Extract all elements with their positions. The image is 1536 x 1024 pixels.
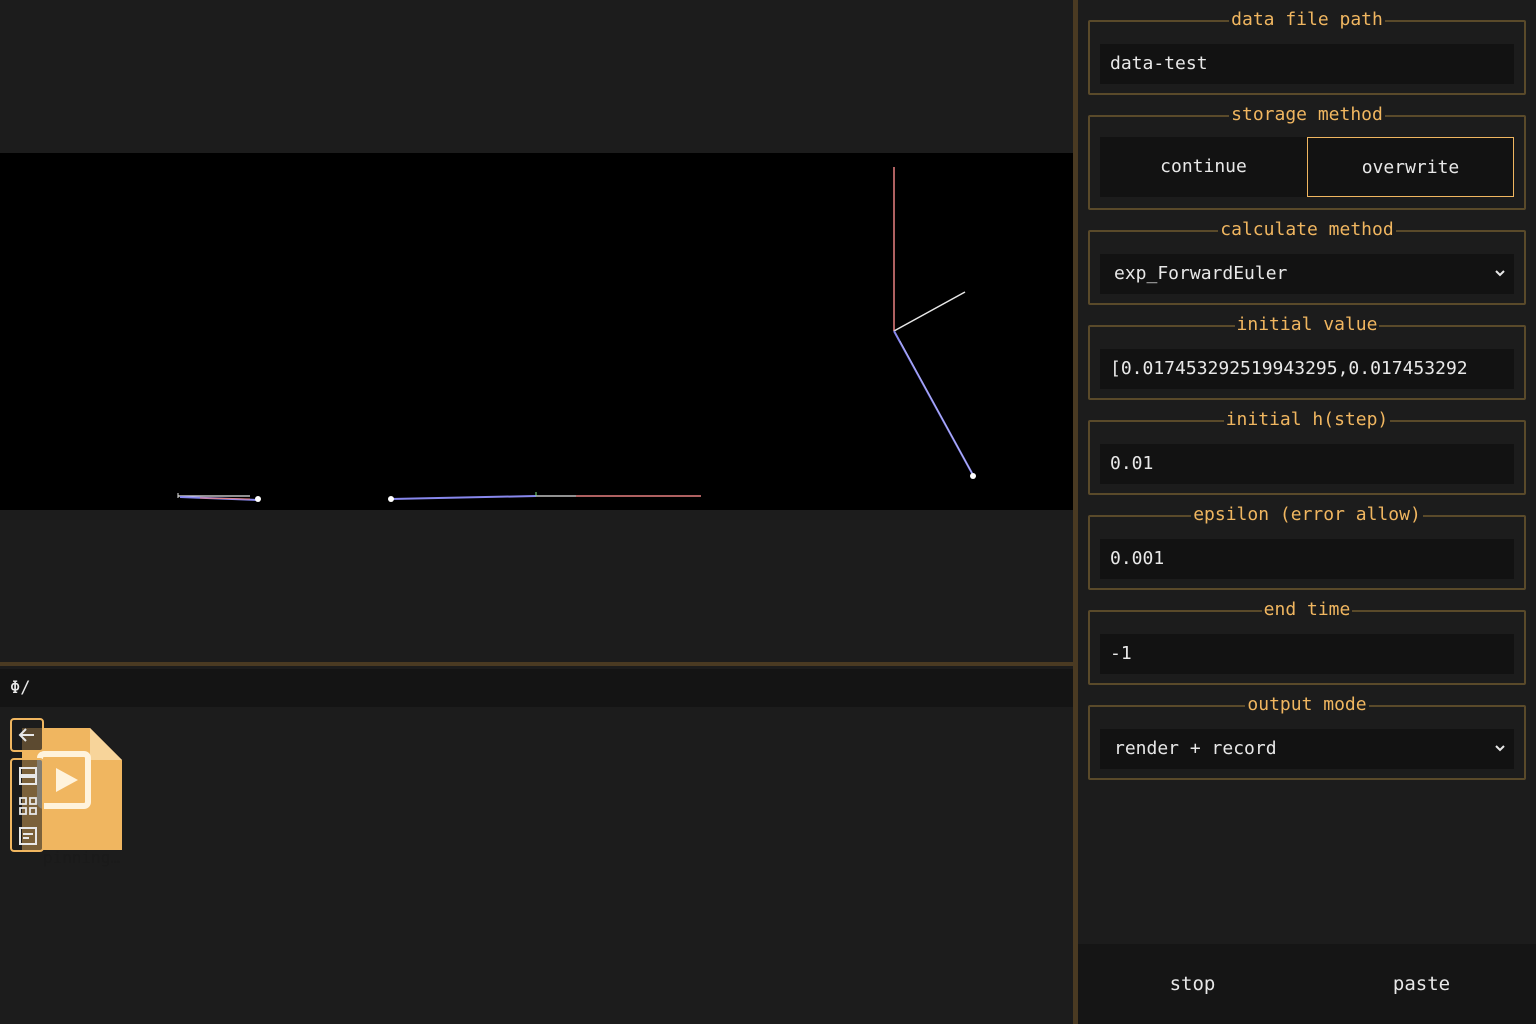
data-file-path-input[interactable]: data-test	[1100, 44, 1514, 84]
storage-overwrite-button[interactable]: overwrite	[1307, 137, 1514, 197]
storage-method-legend: storage method	[1229, 104, 1385, 125]
settings-panel: data file path data-test storage method …	[1078, 0, 1536, 1024]
paste-button[interactable]: paste	[1307, 944, 1536, 1024]
calculate-method-legend: calculate method	[1218, 219, 1396, 240]
middle-rod	[390, 495, 537, 500]
middle-bob	[388, 496, 394, 502]
epsilon-legend: epsilon (error allow)	[1191, 504, 1423, 525]
path-bar[interactable]: Φ/	[0, 669, 1073, 707]
file-browser: pinning…	[0, 708, 1073, 1024]
initial-value-legend: initial value	[1234, 314, 1380, 335]
scene-canvas	[177, 167, 976, 502]
initial-h-input[interactable]: 0.01	[1100, 444, 1514, 484]
output-mode-value: render + record	[1114, 738, 1277, 759]
list-view-icon[interactable]	[18, 766, 38, 786]
render-viewport[interactable]	[0, 153, 1073, 510]
arrow-left-icon	[18, 728, 34, 742]
end-time-legend: end time	[1261, 599, 1353, 620]
initial-h-group: initial h(step) 0.01	[1088, 409, 1526, 495]
axis-line-diagonal	[893, 291, 966, 332]
pane-splitter[interactable]	[0, 662, 1073, 666]
data-file-path-legend: data file path	[1229, 9, 1385, 30]
calculate-method-group: calculate method exp_ForwardEuler	[1088, 219, 1526, 305]
end-time-input[interactable]: -1	[1100, 634, 1514, 674]
pendulum-rod-highlight	[899, 340, 974, 476]
initial-value-input[interactable]: [0.017453292519943295,0.017453292	[1100, 349, 1514, 389]
output-mode-group: output mode render + record	[1088, 694, 1526, 780]
end-time-group: end time -1	[1088, 599, 1526, 685]
initial-value-group: initial value [0.017453292519943295,0.01…	[1088, 314, 1526, 400]
storage-continue-button[interactable]: continue	[1100, 137, 1307, 197]
calculate-method-select[interactable]: exp_ForwardEuler	[1100, 254, 1514, 294]
action-bar: stop paste	[1078, 944, 1536, 1024]
pendulum-bob	[970, 473, 976, 479]
current-path: Φ/	[10, 678, 31, 698]
simulation-area: Φ/ pinning…	[0, 0, 1073, 1024]
stop-button[interactable]: stop	[1078, 944, 1307, 1024]
epsilon-input[interactable]: 0.001	[1100, 539, 1514, 579]
back-button[interactable]	[10, 718, 44, 752]
data-file-path-group: data file path data-test	[1088, 9, 1526, 95]
storage-method-group: storage method continue overwrite	[1088, 104, 1526, 210]
view-mode-toolbar	[10, 758, 44, 852]
output-mode-select[interactable]: render + record	[1100, 729, 1514, 769]
epsilon-group: epsilon (error allow) 0.001	[1088, 504, 1526, 590]
initial-h-legend: initial h(step)	[1223, 409, 1391, 430]
small-bob	[255, 496, 261, 502]
output-mode-legend: output mode	[1245, 694, 1369, 715]
chevron-down-icon	[1495, 745, 1505, 752]
details-view-icon[interactable]	[18, 826, 38, 846]
calculate-method-value: exp_ForwardEuler	[1114, 263, 1288, 284]
grid-view-icon[interactable]	[18, 796, 38, 816]
chevron-down-icon	[1495, 270, 1505, 277]
